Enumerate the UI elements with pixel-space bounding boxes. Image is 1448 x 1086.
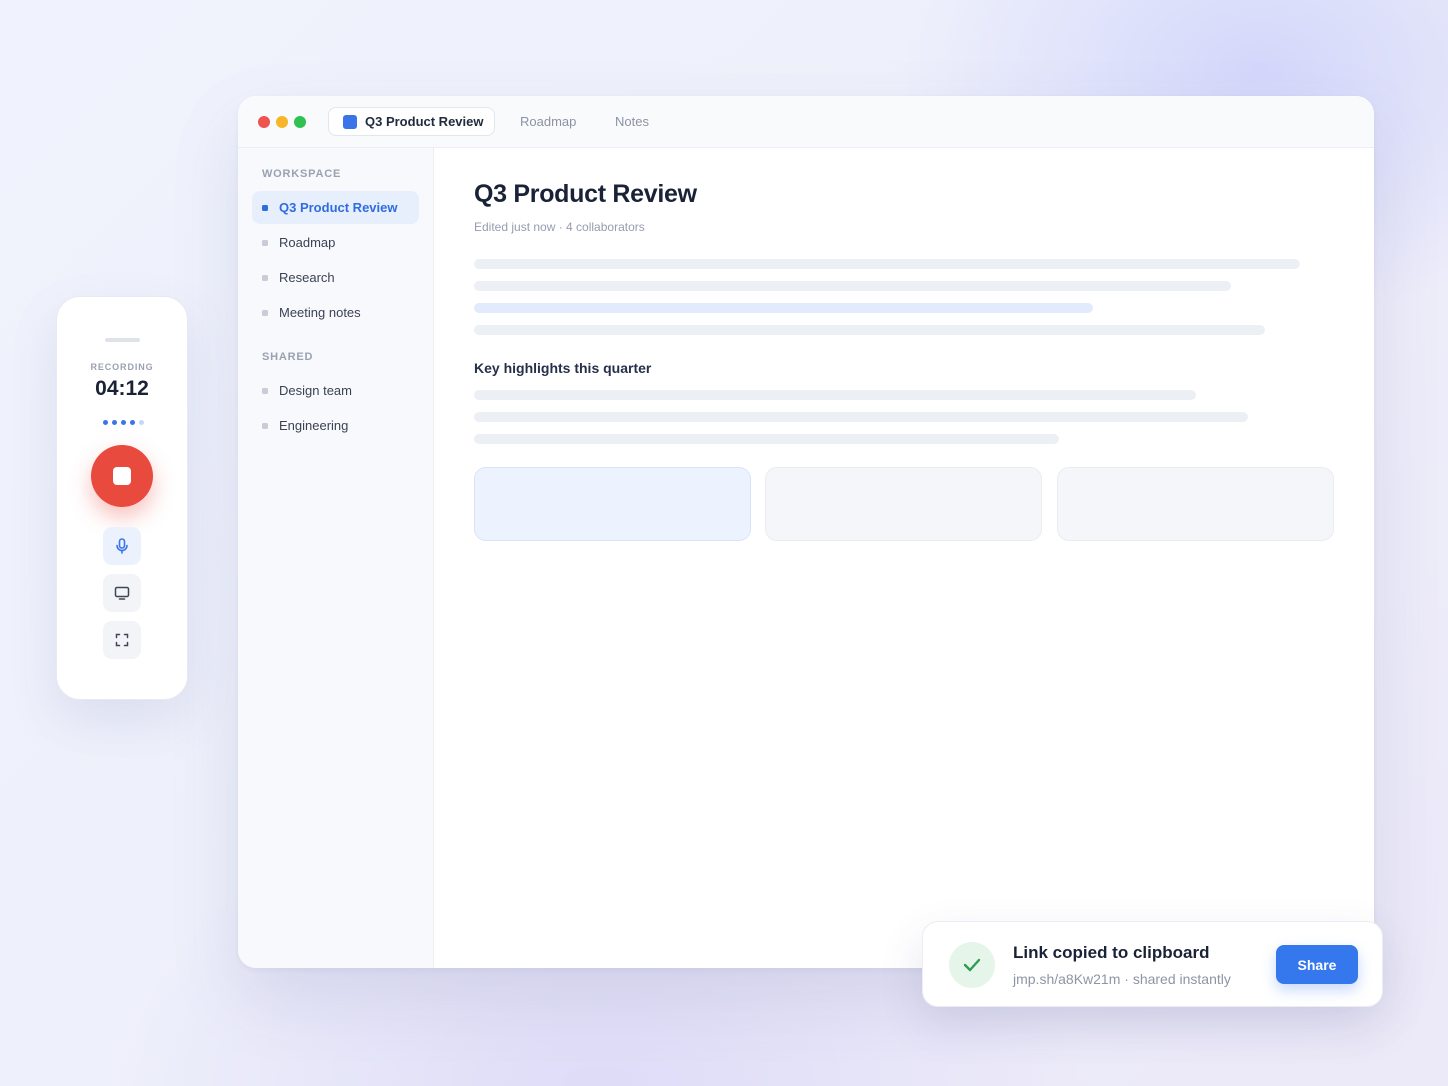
sidebar-item-engineering[interactable]: Engineering [252, 409, 419, 442]
tab-notes[interactable]: Notes [615, 114, 649, 129]
level-dot [139, 420, 144, 425]
placeholder-line [474, 259, 1300, 269]
screen-share-button[interactable] [103, 574, 141, 612]
placeholder-line [474, 325, 1265, 335]
sidebar-item-research[interactable]: Research [252, 261, 419, 294]
title-bar: Q3 Product Review Roadmap Notes [238, 96, 1374, 148]
sidebar-item-label: Design team [279, 383, 352, 398]
minimize-window-button[interactable] [276, 116, 288, 128]
bullet-icon [262, 309, 268, 316]
check-icon [963, 958, 981, 972]
sidebar-item-design-team[interactable]: Design team [252, 374, 419, 407]
sidebar-item-label: Q3 Product Review [279, 200, 398, 215]
tab-roadmap[interactable]: Roadmap [520, 114, 576, 129]
section-heading: Key highlights this quarter [474, 360, 652, 376]
microphone-icon [116, 538, 128, 554]
page-title: Q3 Product Review [474, 180, 697, 208]
document-content: Q3 Product Review Edited just now · 4 co… [434, 148, 1374, 968]
close-window-button[interactable] [258, 116, 270, 128]
sidebar-item-label: Meeting notes [279, 305, 361, 320]
bullet-icon [262, 387, 268, 394]
document-icon [343, 114, 357, 129]
fullscreen-button[interactable] [103, 621, 141, 659]
microphone-button[interactable] [103, 527, 141, 565]
success-badge [949, 942, 995, 988]
sidebar-item-label: Research [279, 270, 335, 285]
placeholder-card[interactable] [1057, 467, 1334, 541]
recording-timer: 04:12 [95, 377, 149, 400]
level-dot [103, 420, 108, 425]
share-button[interactable]: Share [1276, 945, 1358, 984]
stop-recording-button[interactable] [91, 445, 153, 507]
tab-label: Q3 Product Review [365, 114, 484, 129]
recording-widget: RECORDING 04:12 [56, 296, 188, 700]
toast-link[interactable]: jmp.sh/a8Kw21m · shared instantly [1013, 971, 1231, 987]
bullet-icon [262, 274, 268, 281]
drag-handle[interactable] [105, 338, 140, 342]
placeholder-line-highlighted [474, 303, 1093, 313]
placeholder-card[interactable] [765, 467, 1042, 541]
app-window: Q3 Product Review Roadmap Notes WORKSPAC… [238, 96, 1374, 968]
placeholder-line [474, 390, 1196, 400]
maximize-window-button[interactable] [294, 116, 306, 128]
level-dot [130, 420, 135, 425]
placeholder-line [474, 434, 1059, 444]
sidebar-item-meeting-notes[interactable]: Meeting notes [252, 296, 419, 329]
placeholder-line [474, 281, 1231, 291]
recording-label: RECORDING [90, 362, 154, 372]
bullet-icon [262, 204, 268, 211]
sidebar-item-label: Roadmap [279, 235, 336, 250]
sidebar: WORKSPACE Q3 Product Review Roadmap Rese… [238, 148, 434, 968]
level-dot [112, 420, 117, 425]
tab-q3-product-review[interactable]: Q3 Product Review [328, 107, 495, 136]
stop-icon [113, 467, 131, 485]
placeholder-line [474, 412, 1248, 422]
sidebar-item-label: Engineering [279, 418, 349, 433]
sidebar-section-workspace: WORKSPACE [262, 168, 342, 180]
toast-notification: Link copied to clipboard jmp.sh/a8Kw21m … [922, 921, 1383, 1007]
bullet-icon [262, 422, 268, 429]
audio-level-indicator [103, 420, 144, 425]
level-dot [121, 420, 126, 425]
toast-title: Link copied to clipboard [1013, 943, 1210, 962]
placeholder-card[interactable] [474, 467, 751, 541]
sidebar-item-q3-product-review[interactable]: Q3 Product Review [252, 191, 419, 224]
sidebar-section-shared: SHARED [262, 351, 314, 363]
document-meta: Edited just now · 4 collaborators [474, 220, 645, 234]
fullscreen-icon [115, 633, 129, 647]
sidebar-item-roadmap[interactable]: Roadmap [252, 226, 419, 259]
bullet-icon [262, 239, 268, 246]
screen-icon [114, 586, 130, 600]
